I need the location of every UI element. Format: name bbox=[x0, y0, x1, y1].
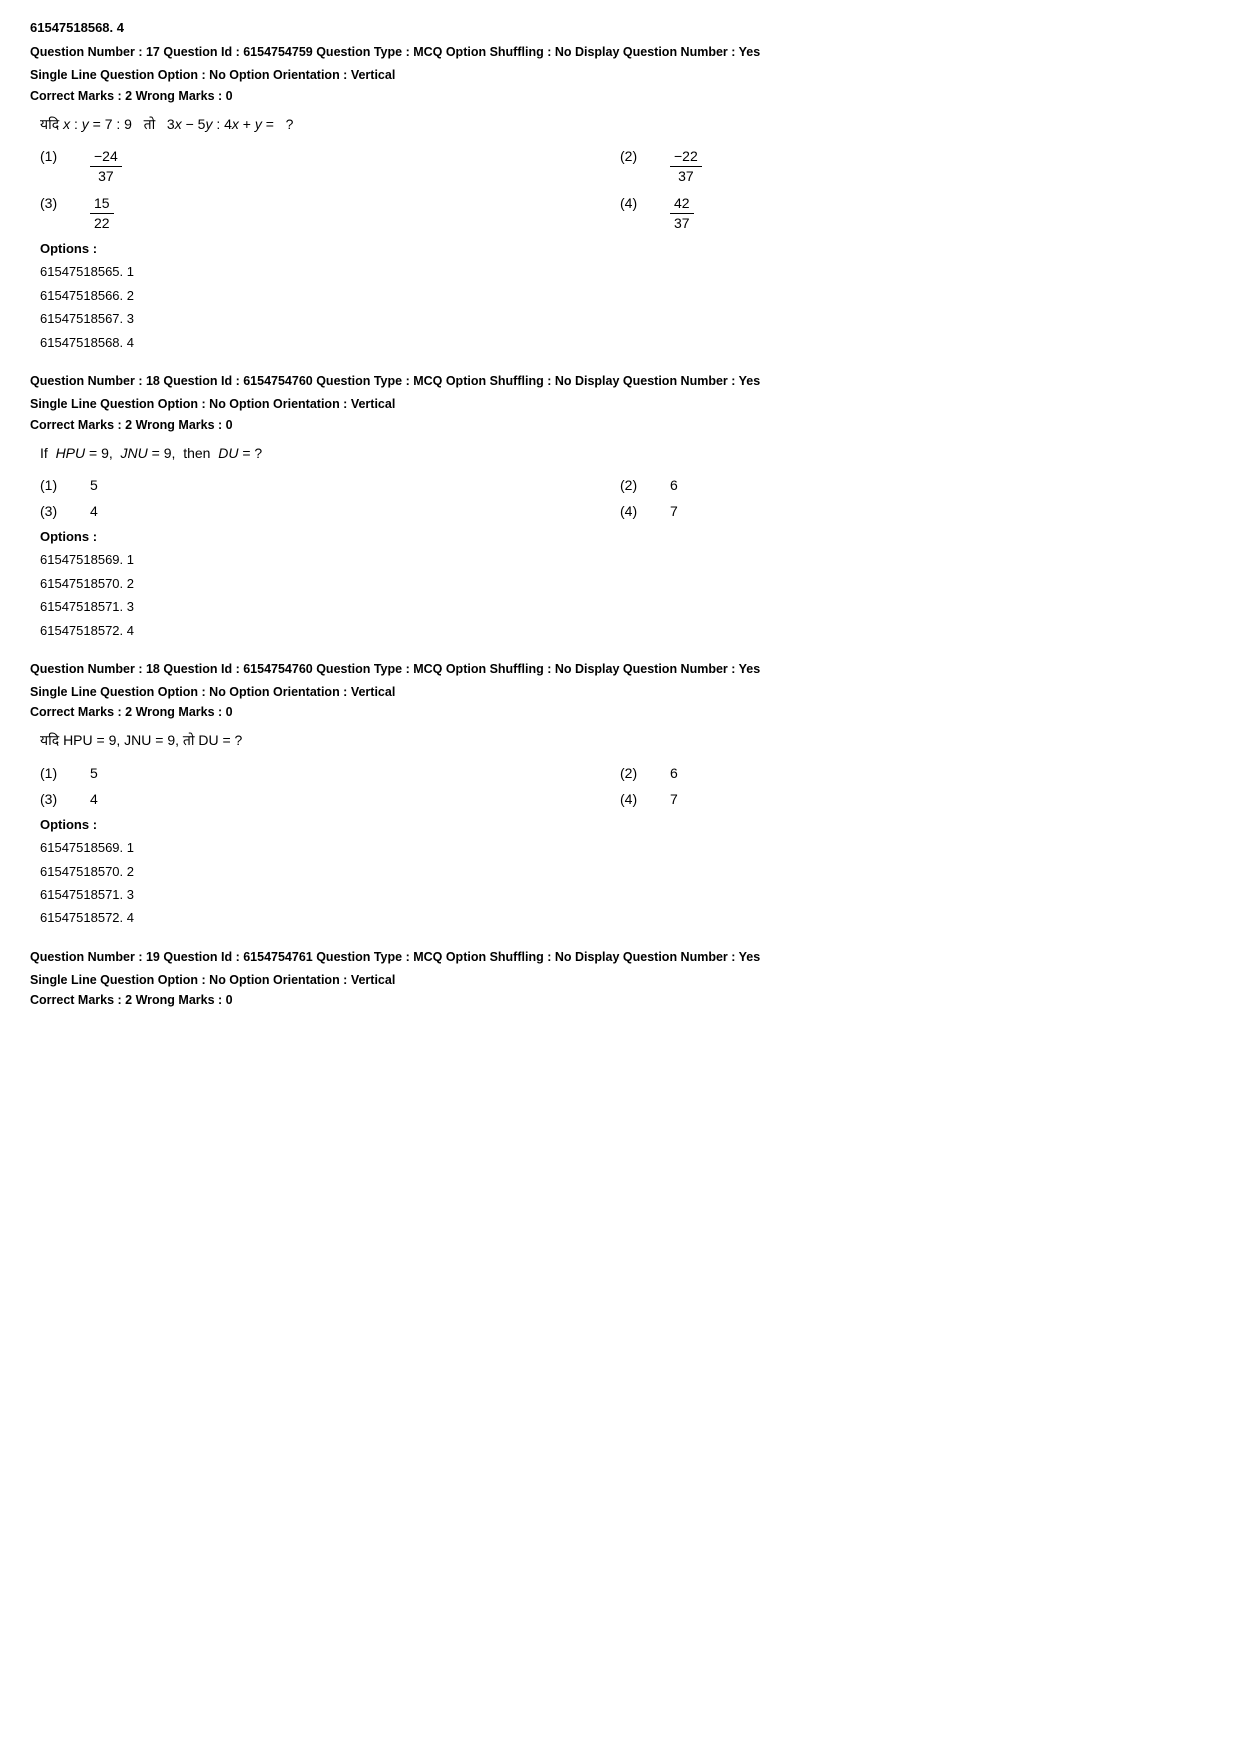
option-num-18b-1: (1) bbox=[40, 765, 70, 781]
option-val-18a-3: 4 bbox=[90, 503, 98, 519]
denominator-17-2: 37 bbox=[674, 167, 698, 185]
question-block-19: Question Number : 19 Question Id : 61547… bbox=[30, 948, 1210, 1008]
options-grid-17: (1) −24 37 (2) −22 37 (3) 15 22 (4) 42 bbox=[40, 148, 1200, 231]
option-val-18a-2: 6 bbox=[670, 477, 678, 493]
option-num-17-4: (4) bbox=[620, 195, 650, 211]
option-18a-2: (2) 6 bbox=[620, 477, 1200, 493]
question-block-18a: Question Number : 18 Question Id : 61547… bbox=[30, 372, 1210, 642]
numerator-17-3: 15 bbox=[90, 195, 114, 214]
list-item: 61547518569. 1 bbox=[40, 548, 1200, 571]
option-18a-1: (1) 5 bbox=[40, 477, 620, 493]
numerator-17-1: −24 bbox=[90, 148, 122, 167]
option-18a-3: (3) 4 bbox=[40, 503, 620, 519]
question-meta-18b-line1: Question Number : 18 Question Id : 61547… bbox=[30, 660, 1210, 679]
option-num-18a-1: (1) bbox=[40, 477, 70, 493]
marks-17: Correct Marks : 2 Wrong Marks : 0 bbox=[30, 89, 1210, 103]
options-label-17: Options : bbox=[40, 241, 1200, 256]
marks-18a: Correct Marks : 2 Wrong Marks : 0 bbox=[30, 418, 1210, 432]
list-item: 61547518572. 4 bbox=[40, 906, 1200, 929]
options-grid-18b: (1) 5 (2) 6 (3) 4 (4) 7 bbox=[40, 765, 1200, 807]
option-18b-2: (2) 6 bbox=[620, 765, 1200, 781]
option-num-18a-3: (3) bbox=[40, 503, 70, 519]
option-18b-4: (4) 7 bbox=[620, 791, 1200, 807]
option-num-18b-2: (2) bbox=[620, 765, 650, 781]
list-item: 61547518569. 1 bbox=[40, 836, 1200, 859]
question-text-18b: यदि HPU = 9, JNU = 9, तो DU = ? bbox=[40, 729, 1210, 753]
numerator-17-2: −22 bbox=[670, 148, 702, 167]
question-text-18a: If HPU = 9, JNU = 9, then DU = ? bbox=[40, 442, 1210, 466]
question-meta-18a-line2: Single Line Question Option : No Option … bbox=[30, 395, 1210, 414]
question-meta-19-line1: Question Number : 19 Question Id : 61547… bbox=[30, 948, 1210, 967]
list-item: 61547518570. 2 bbox=[40, 572, 1200, 595]
question-meta-18b-line2: Single Line Question Option : No Option … bbox=[30, 683, 1210, 702]
option-17-3: (3) 15 22 bbox=[40, 195, 620, 232]
list-item: 61547518567. 3 bbox=[40, 307, 1200, 330]
options-list-18a: 61547518569. 1 61547518570. 2 6154751857… bbox=[40, 548, 1200, 642]
numerator-17-4: 42 bbox=[670, 195, 694, 214]
marks-19: Correct Marks : 2 Wrong Marks : 0 bbox=[30, 993, 1210, 1007]
denominator-17-3: 22 bbox=[90, 214, 114, 232]
option-17-1: (1) −24 37 bbox=[40, 148, 620, 185]
list-item: 61547518566. 2 bbox=[40, 284, 1200, 307]
option-17-4: (4) 42 37 bbox=[620, 195, 1200, 232]
marks-18b: Correct Marks : 2 Wrong Marks : 0 bbox=[30, 705, 1210, 719]
option-val-18a-1: 5 bbox=[90, 477, 98, 493]
denominator-17-4: 37 bbox=[670, 214, 694, 232]
question-meta-18a-line1: Question Number : 18 Question Id : 61547… bbox=[30, 372, 1210, 391]
options-grid-18a: (1) 5 (2) 6 (3) 4 (4) 7 bbox=[40, 477, 1200, 519]
fraction-17-1: −24 37 bbox=[90, 148, 122, 185]
options-label-18b: Options : bbox=[40, 817, 1200, 832]
fraction-17-4: 42 37 bbox=[670, 195, 694, 232]
options-list-18b: 61547518569. 1 61547518570. 2 6154751857… bbox=[40, 836, 1200, 930]
option-num-18a-4: (4) bbox=[620, 503, 650, 519]
option-val-18b-2: 6 bbox=[670, 765, 678, 781]
question-meta-19-line2: Single Line Question Option : No Option … bbox=[30, 971, 1210, 990]
option-num-17-3: (3) bbox=[40, 195, 70, 211]
list-item: 61547518565. 1 bbox=[40, 260, 1200, 283]
option-num-17-1: (1) bbox=[40, 148, 70, 164]
option-17-2: (2) −22 37 bbox=[620, 148, 1200, 185]
list-item: 61547518571. 3 bbox=[40, 595, 1200, 618]
denominator-17-1: 37 bbox=[94, 167, 118, 185]
option-18b-1: (1) 5 bbox=[40, 765, 620, 781]
options-label-18a: Options : bbox=[40, 529, 1200, 544]
option-num-17-2: (2) bbox=[620, 148, 650, 164]
option-num-18a-2: (2) bbox=[620, 477, 650, 493]
question-text-17: यदि x : y = 7 : 9 तो 3x − 5y : 4x + y = … bbox=[40, 113, 1210, 137]
top-id: 61547518568. 4 bbox=[30, 20, 1210, 35]
question-block-18b: Question Number : 18 Question Id : 61547… bbox=[30, 660, 1210, 930]
question-meta-17-line1: Question Number : 17 Question Id : 61547… bbox=[30, 43, 1210, 62]
question-block-17: Question Number : 17 Question Id : 61547… bbox=[30, 43, 1210, 354]
fraction-17-2: −22 37 bbox=[670, 148, 702, 185]
list-item: 61547518570. 2 bbox=[40, 860, 1200, 883]
question-meta-17-line2: Single Line Question Option : No Option … bbox=[30, 66, 1210, 85]
list-item: 61547518572. 4 bbox=[40, 619, 1200, 642]
option-val-18b-3: 4 bbox=[90, 791, 98, 807]
fraction-17-3: 15 22 bbox=[90, 195, 114, 232]
option-18b-3: (3) 4 bbox=[40, 791, 620, 807]
options-list-17: 61547518565. 1 61547518566. 2 6154751856… bbox=[40, 260, 1200, 354]
option-val-18a-4: 7 bbox=[670, 503, 678, 519]
option-num-18b-4: (4) bbox=[620, 791, 650, 807]
option-val-18b-1: 5 bbox=[90, 765, 98, 781]
option-18a-4: (4) 7 bbox=[620, 503, 1200, 519]
list-item: 61547518571. 3 bbox=[40, 883, 1200, 906]
option-val-18b-4: 7 bbox=[670, 791, 678, 807]
list-item: 61547518568. 4 bbox=[40, 331, 1200, 354]
option-num-18b-3: (3) bbox=[40, 791, 70, 807]
